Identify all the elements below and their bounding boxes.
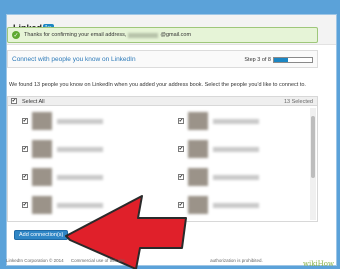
wikihow-watermark: wikiHow [302, 260, 334, 268]
red-arrow-annotation [65, 195, 187, 269]
footer-terms-b: authorization is prohibited. [210, 258, 263, 263]
footer-terms-a: Commercial use of this site [70, 258, 125, 263]
footer: LinkedIn Corporation © 2014 Commercial u… [6, 258, 263, 263]
footer-copyright: LinkedIn Corporation © 2014 [6, 258, 64, 263]
